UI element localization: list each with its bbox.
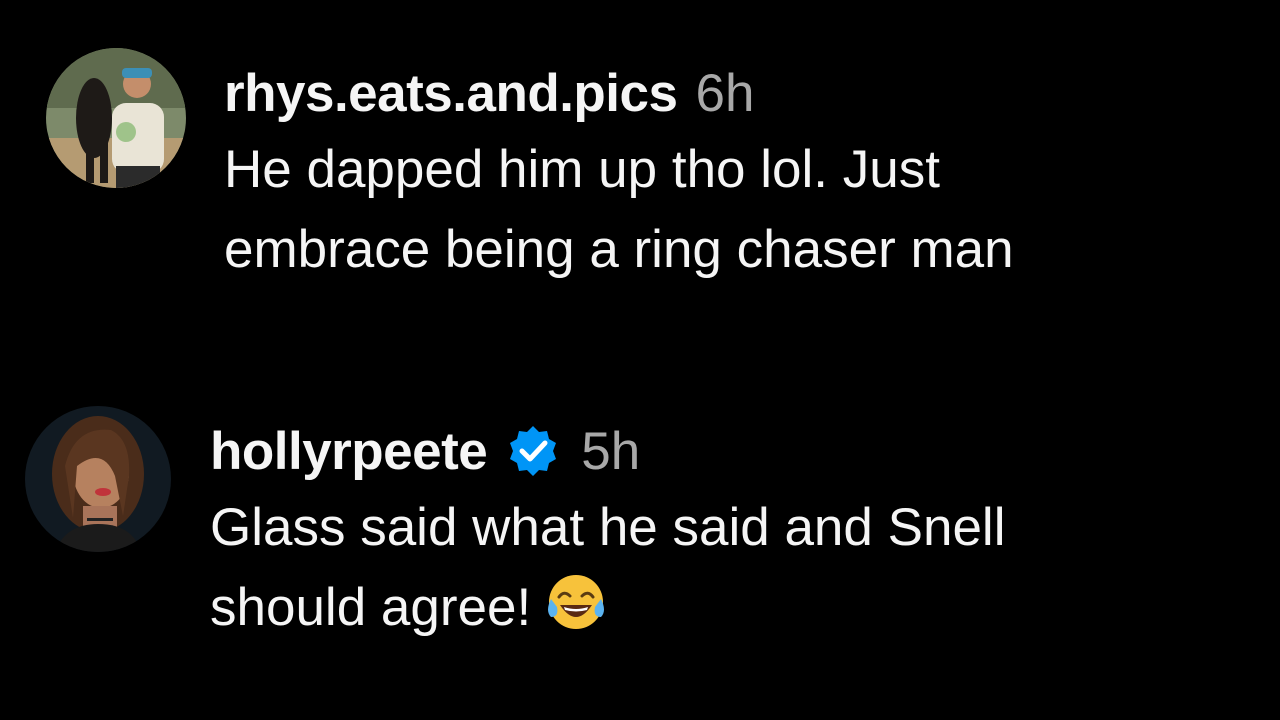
comment-text-line-with-emoji: should agree! <box>210 568 1005 648</box>
username[interactable]: hollyrpeete <box>210 421 488 482</box>
tears-of-joy-emoji-icon <box>545 571 607 633</box>
comments-screen: rhys.eats.and.pics 6h He dapped him up t… <box>0 0 1280 720</box>
comment-item: rhys.eats.and.pics 6h He dapped him up t… <box>46 48 1014 290</box>
avatar[interactable] <box>25 406 171 552</box>
comment-body: hollyrpeete 5h Glass said what he said a… <box>210 414 1005 648</box>
username[interactable]: rhys.eats.and.pics <box>224 63 678 124</box>
timestamp: 6h <box>695 63 755 123</box>
comment-text-line: He dapped him up tho lol. Just <box>224 140 940 199</box>
comment-item: hollyrpeete 5h Glass said what he said a… <box>25 406 1005 648</box>
comment-text-line: should agree! <box>210 578 532 637</box>
comment-body: rhys.eats.and.pics 6h He dapped him up t… <box>224 56 1014 290</box>
comment-header: hollyrpeete 5h <box>210 414 1005 488</box>
avatar[interactable] <box>46 48 186 188</box>
comment-text-line: Glass said what he said and Snell <box>210 498 1006 557</box>
comment-text-line: embrace being a ring chaser man <box>224 220 1014 279</box>
comment-header: rhys.eats.and.pics 6h <box>224 56 1014 130</box>
verified-badge-icon <box>505 423 561 479</box>
timestamp: 5h <box>581 421 641 481</box>
